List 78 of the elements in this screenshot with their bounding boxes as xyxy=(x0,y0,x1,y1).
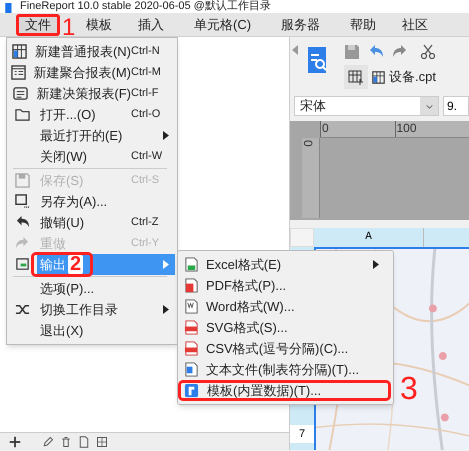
shortcut-label: Ctrl-Z xyxy=(131,215,160,230)
template-file-icon xyxy=(184,383,198,398)
text-file-icon xyxy=(184,362,198,377)
submenu-arrow-icon xyxy=(163,305,169,314)
save-icon xyxy=(344,44,360,60)
menu-item[interactable]: 选项(P)... xyxy=(37,278,175,299)
column-header[interactable]: A xyxy=(314,228,424,247)
menu-item[interactable]: 新建普通报表(N)Ctrl-N xyxy=(32,41,175,62)
dashboard-icon xyxy=(12,86,28,101)
menu-item[interactable]: CSV格式(逗号分隔)(C)... xyxy=(204,338,393,359)
submenu-arrow-icon xyxy=(163,260,169,269)
list-icon xyxy=(11,65,26,80)
menu-item[interactable]: 帮助 xyxy=(344,14,382,36)
add-icon xyxy=(8,434,22,448)
submenu-arrow-icon xyxy=(163,131,169,140)
ruler-label: 0 xyxy=(302,140,314,149)
menu-item[interactable]: SVG格式(S)... xyxy=(204,317,393,338)
shuffle-icon xyxy=(14,302,30,317)
collapse-arrow-icon xyxy=(292,45,298,55)
menu-item[interactable]: 撤销(U) Ctrl-Z xyxy=(37,212,175,233)
window-title: FineReport 10.0 stable 2020-06-05 @默认工作目录 xyxy=(20,0,271,13)
svg-file-icon xyxy=(184,320,198,335)
submenu-arrow-icon xyxy=(373,260,379,269)
document-icon xyxy=(78,436,90,448)
menu-item[interactable]: 新建聚合报表(M)Ctrl-M xyxy=(30,62,175,83)
new-sheet-icon xyxy=(348,69,364,85)
menu-item[interactable]: 文件 xyxy=(16,14,60,36)
grid-icon xyxy=(96,436,108,448)
row-number: 7 xyxy=(290,425,314,443)
annotation-number: 2 xyxy=(68,255,84,274)
menu-item[interactable]: Excel格式(E) xyxy=(204,254,393,275)
shortcut-label: Ctrl-M xyxy=(131,65,162,80)
menu-item[interactable]: 打开...(O) Ctrl-O xyxy=(37,104,175,125)
annotation-number: 3 xyxy=(400,372,418,404)
menu-item[interactable]: 社区 xyxy=(396,14,434,36)
pdf-file-icon xyxy=(184,278,198,293)
menu-item[interactable]: 退出(X) xyxy=(37,320,175,341)
shortcut-label: Ctrl-O xyxy=(131,107,162,122)
menu-item[interactable]: 最近打开的(E) xyxy=(37,125,175,146)
scissors-icon xyxy=(420,44,436,60)
save-icon xyxy=(14,173,30,188)
menu-item[interactable]: 切换工作目录 xyxy=(37,299,175,320)
menu-item[interactable]: 文本文件(制表符分隔)(T)... xyxy=(204,359,393,380)
pencil-icon xyxy=(42,436,54,448)
menu-item[interactable]: Word格式(W)... xyxy=(204,296,393,317)
grid-corner[interactable] xyxy=(290,228,314,247)
export-icon xyxy=(14,257,30,272)
menu-item[interactable]: 模板 xyxy=(80,14,118,36)
shortcut-label: Ctrl-N xyxy=(131,44,161,60)
report-preview-icon xyxy=(306,45,328,75)
save-as-icon xyxy=(14,194,30,209)
column-header[interactable] xyxy=(424,228,469,247)
menu-item[interactable]: PDF格式(P)... xyxy=(204,275,393,296)
csv-file-icon xyxy=(184,341,198,356)
ruler-label: 0 xyxy=(320,121,394,137)
folder-icon xyxy=(14,107,30,122)
menu-item[interactable]: 模板(内置数据)(T)... xyxy=(178,380,391,401)
menu-item[interactable]: 插入 xyxy=(132,14,170,36)
menu-item[interactable]: 另存为(A)... xyxy=(37,191,175,212)
shortcut-label: Ctrl-F xyxy=(131,86,160,102)
font-size-field[interactable]: 9. xyxy=(443,96,469,116)
ruler-label: 100 xyxy=(394,121,469,137)
spreadsheet-file-icon xyxy=(184,257,198,272)
font-dropdown[interactable]: 宋体 xyxy=(294,96,439,116)
shortcut-label: Ctrl-Y xyxy=(131,236,160,252)
menu-item[interactable]: 单元格(C) xyxy=(188,14,258,36)
menu-item[interactable]: 关闭(W) Ctrl-W xyxy=(37,146,175,167)
menu-item[interactable]: 服务器 xyxy=(275,14,326,36)
document-file-icon xyxy=(184,299,198,314)
shortcut-label: Ctrl-W xyxy=(131,149,164,164)
report-icon xyxy=(12,44,27,59)
menu-item[interactable]: 新建决策报表(F)Ctrl-F xyxy=(33,83,175,104)
report-icon xyxy=(372,70,385,84)
annotation-number: 1 xyxy=(62,16,76,40)
trash-icon xyxy=(60,436,72,448)
app-logo-icon xyxy=(4,3,14,13)
font-name: 宋体 xyxy=(299,97,326,116)
shortcut-label: Ctrl-S xyxy=(131,173,160,188)
